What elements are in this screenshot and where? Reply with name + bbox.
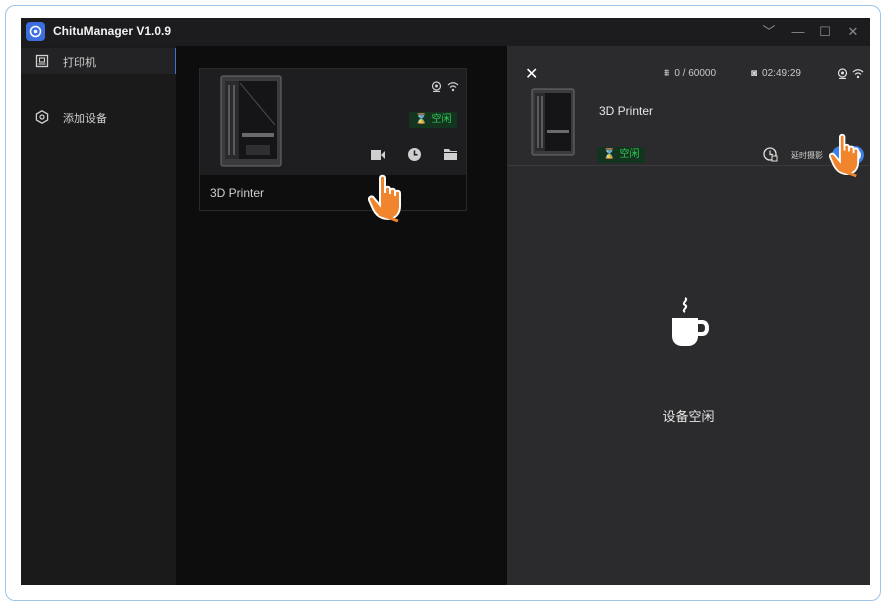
- printer-detail-panel: ✕ ⩩ 0 / 60000 ◙ 02:49:29 3D Printer ⌛ 空闲…: [507, 46, 870, 585]
- title-bar: ChituManager V1.0.9 ﹀ — ☐ ✕: [21, 18, 870, 46]
- minimize-button[interactable]: —: [786, 20, 810, 44]
- idle-status-text: 设备空闲: [662, 409, 715, 424]
- printer-name: 3D Printer: [210, 186, 265, 200]
- layer-count: 0 / 60000: [674, 68, 717, 79]
- sidebar-item-label: 打印机: [63, 57, 96, 69]
- idle-illustration: [507, 296, 870, 353]
- layers-icon: ⩩: [664, 68, 670, 79]
- layer-stat: ⩩ 0 / 60000: [664, 68, 716, 79]
- print-time: 02:49:29: [762, 68, 801, 79]
- camera-icon: [837, 68, 848, 79]
- folder-icon[interactable]: [443, 148, 458, 161]
- app-logo-icon: [26, 22, 45, 41]
- status-badge: ⌛ 空闲: [597, 147, 646, 163]
- status-badge: ⌛ 空闲: [409, 112, 458, 128]
- collapse-button[interactable]: ﹀: [757, 20, 781, 44]
- detail-header: ✕ ⩩ 0 / 60000 ◙ 02:49:29 3D Printer ⌛ 空闲…: [507, 46, 870, 166]
- sidebar-item-add-device[interactable]: 添加设备: [21, 104, 176, 130]
- hourglass-icon: ⌛: [415, 114, 428, 125]
- printer-card-preview: ⌛ 空闲: [200, 69, 466, 175]
- maximize-button[interactable]: ☐: [813, 20, 837, 44]
- printer-card-footer: 3D Printer: [200, 175, 466, 210]
- add-device-icon: [35, 110, 49, 124]
- clock-icon: ◙: [751, 68, 758, 79]
- printer-icon: [35, 54, 49, 68]
- detail-printer-name: 3D Printer: [599, 104, 654, 118]
- close-panel-button[interactable]: ✕: [525, 64, 538, 84]
- hand-cursor-icon: [368, 174, 401, 222]
- time-stat: ◙ 02:49:29: [751, 68, 801, 79]
- coffee-cup-icon: [671, 297, 709, 346]
- hand-cursor-icon: [829, 133, 859, 178]
- printer-image: [220, 75, 282, 167]
- printer-thumbnail: [531, 88, 575, 156]
- printer-list-area: ⌛ 空闲 3D Printer: [176, 46, 507, 585]
- sidebar-item-label: 添加设备: [63, 113, 107, 125]
- timelapse-label: 延时摄影: [791, 151, 823, 160]
- close-window-button[interactable]: ✕: [841, 20, 865, 44]
- sidebar-item-printers[interactable]: 打印机: [21, 48, 176, 74]
- wifi-icon: [852, 69, 864, 79]
- history-icon[interactable]: [407, 147, 422, 162]
- app-window: ChituManager V1.0.9 ﹀ — ☐ ✕ 打印机 添加设备 ⌛ 空…: [21, 18, 870, 585]
- camera-icon: [431, 81, 442, 92]
- timelapse-video-icon[interactable]: [370, 148, 386, 162]
- wifi-icon: [447, 82, 459, 92]
- printer-card[interactable]: ⌛ 空闲 3D Printer: [199, 68, 467, 211]
- hourglass-icon: ⌛: [603, 149, 616, 160]
- app-title: ChituManager V1.0.9: [53, 24, 172, 38]
- sidebar: 打印机 添加设备: [21, 46, 176, 585]
- timelapse-icon: [763, 147, 778, 162]
